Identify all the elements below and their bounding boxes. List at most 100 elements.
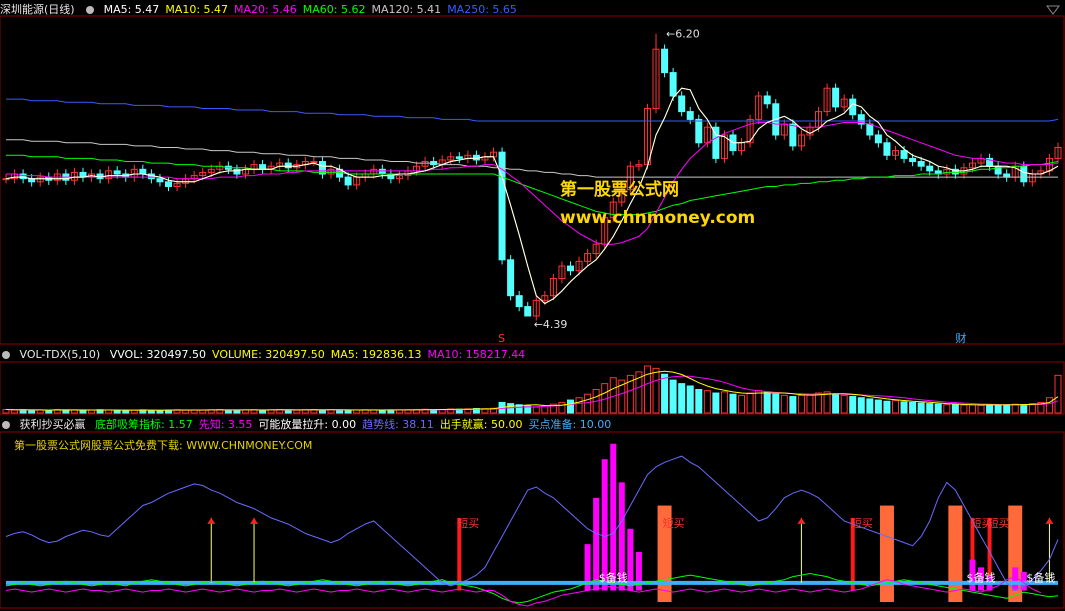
candle-body <box>917 161 925 167</box>
volume-bar <box>797 394 805 414</box>
volume-bar <box>541 405 549 414</box>
volume-bar <box>584 393 592 414</box>
candle-body <box>113 170 121 175</box>
candle-body <box>678 95 686 113</box>
volume-bar <box>934 403 942 414</box>
candle-body <box>156 178 164 183</box>
volume-bar <box>703 390 711 414</box>
volume-bar <box>336 409 344 414</box>
candle-body <box>883 142 891 156</box>
candle-body <box>900 150 908 159</box>
volume-bar <box>558 401 566 414</box>
volume-bar <box>968 404 976 414</box>
tag-duanmai: 短买 <box>851 516 873 530</box>
volume-bar <box>823 391 831 414</box>
volume-bar <box>891 400 899 414</box>
candle-body <box>866 123 874 136</box>
candle-body <box>2 178 10 181</box>
volume-bar <box>70 409 78 414</box>
signal-bar-magenta <box>1012 567 1019 591</box>
volume-bar <box>746 392 754 414</box>
candle-body <box>789 123 797 147</box>
volume-bar <box>738 394 746 414</box>
volume-bar <box>293 409 301 414</box>
watermark-line2: www.chnmoney.com <box>560 208 756 228</box>
candle-body <box>849 98 857 116</box>
tag-duanmai: 短买 <box>663 516 685 530</box>
volume-bar <box>960 404 968 414</box>
ma60-line <box>6 154 1059 216</box>
candle-body <box>507 259 515 297</box>
volume-bar <box>11 409 19 414</box>
volume-bar <box>233 409 241 414</box>
volume-bar <box>224 409 232 414</box>
volume-bar <box>763 391 771 414</box>
volume-bar <box>378 409 386 414</box>
volume-bar <box>840 394 848 414</box>
marker-s: S <box>498 332 505 345</box>
candle-body <box>926 165 934 172</box>
chart-canvas[interactable]: ←6.20←4.39S 财短买 短买 短买 短买短买$备钱 $备钱 $备钱 <box>0 0 1065 611</box>
volume-bar <box>318 409 326 414</box>
volume-bar <box>772 393 780 414</box>
volume-bar <box>156 409 164 414</box>
volume-bar <box>874 399 882 414</box>
candle-body <box>566 265 574 272</box>
volume-bar <box>951 404 959 414</box>
volume-bar <box>926 403 934 414</box>
trend-line <box>5 455 1059 592</box>
volume-bar <box>720 391 728 414</box>
volume-bar <box>780 394 788 414</box>
volume-bar <box>883 400 891 414</box>
candle-body <box>259 164 267 170</box>
candle-body <box>669 72 677 97</box>
volume-bar <box>815 392 823 414</box>
volume-bar <box>917 402 925 414</box>
volume-bar <box>122 409 130 414</box>
tag-beiqian: $备钱 <box>1026 570 1055 584</box>
volume-bar <box>652 367 660 414</box>
volume-bar <box>1045 397 1053 414</box>
tag-beiqian: $备钱 <box>966 570 995 584</box>
volume-bar <box>182 409 190 414</box>
signal-bar-orange <box>879 505 894 602</box>
tag-duanmai: 短买 <box>457 516 479 530</box>
watermark-line1: 第一股票公式网 <box>560 180 679 200</box>
volume-bar <box>566 399 574 414</box>
candle-body <box>344 176 352 186</box>
volume-bar <box>259 409 267 414</box>
volume-bar <box>575 397 583 414</box>
volume-bar <box>344 409 352 414</box>
candle-body <box>909 157 917 163</box>
arrow-up-icon <box>797 517 806 524</box>
ma20-line <box>6 122 1059 245</box>
volume-bar <box>686 385 694 414</box>
candle-body <box>455 156 463 159</box>
signal-bar-orange <box>948 505 963 602</box>
volume-bar <box>806 393 814 414</box>
volume-bar <box>1011 403 1019 414</box>
volume-bar <box>943 404 951 414</box>
ma10-line <box>5 87 1059 305</box>
volume-bar <box>28 409 36 414</box>
volume-bar <box>849 396 857 414</box>
volume-bar <box>977 404 985 414</box>
low-price-label: ←4.39 <box>534 318 568 331</box>
volume-bar <box>695 389 703 414</box>
volume-bar <box>45 409 53 414</box>
expand-icon <box>1046 5 1060 15</box>
ma250-line <box>6 98 1059 122</box>
volume-bar <box>789 396 797 414</box>
signal-bar-magenta <box>610 443 617 591</box>
volume-bar <box>729 393 737 414</box>
dibu-line <box>5 572 1059 604</box>
volume-bar <box>387 409 395 414</box>
volume-bar <box>88 409 96 414</box>
candle-body <box>515 295 523 308</box>
candle-body <box>1020 165 1028 183</box>
candle-body <box>695 118 703 144</box>
volume-bar <box>712 392 720 414</box>
candle-body <box>284 162 292 169</box>
arrow-up-icon <box>1045 517 1054 524</box>
volume-bar <box>755 390 763 414</box>
